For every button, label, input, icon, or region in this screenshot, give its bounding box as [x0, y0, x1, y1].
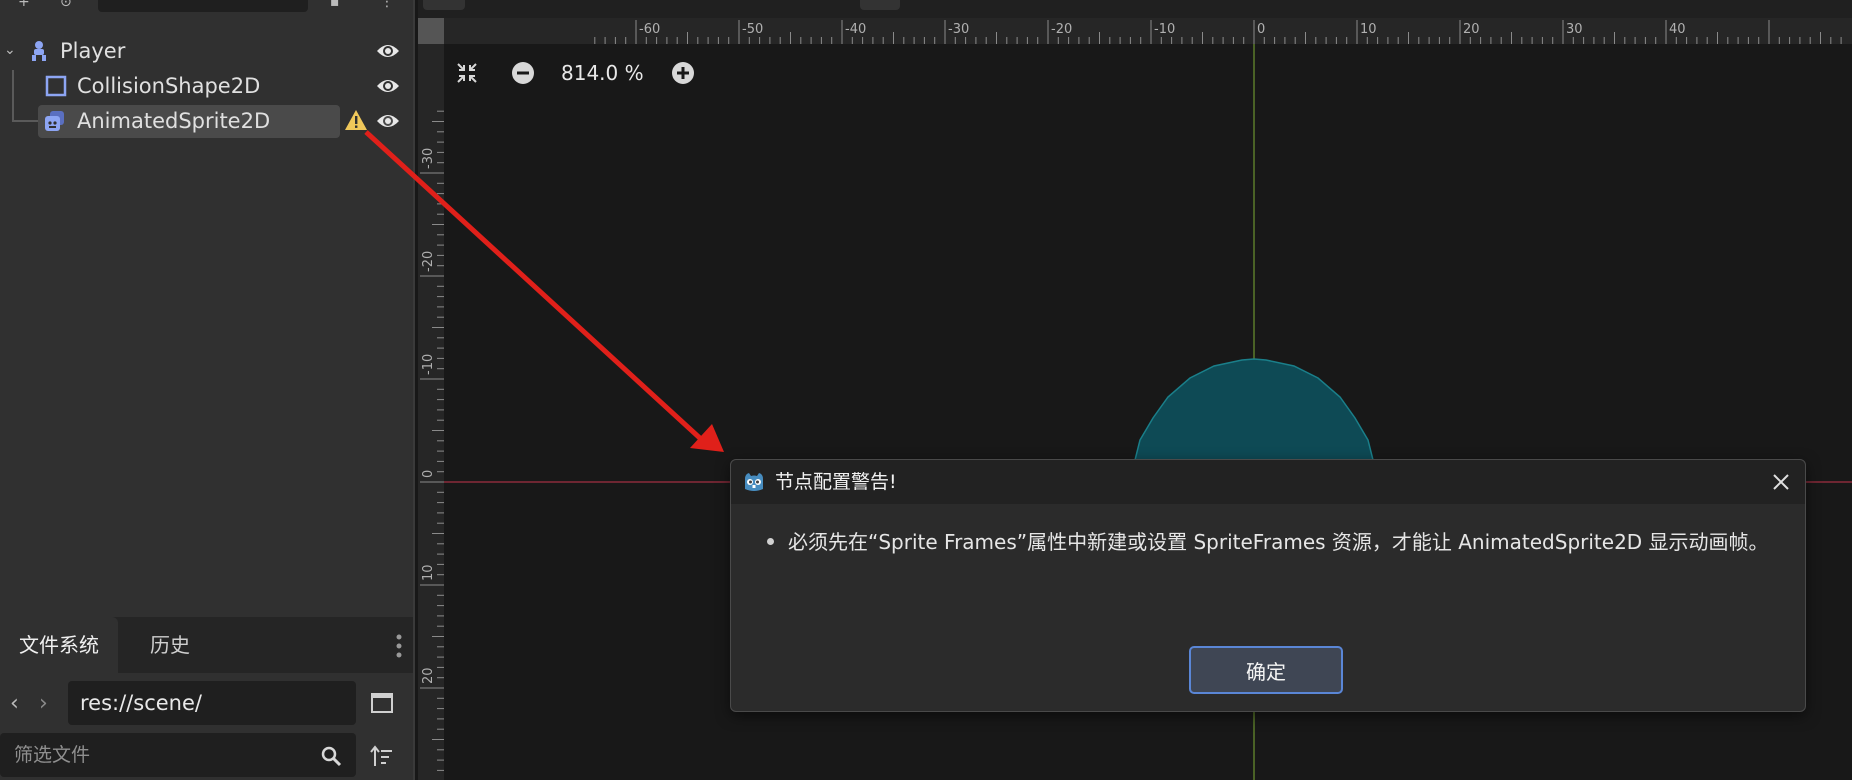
ruler-label: 10 [421, 564, 436, 581]
ruler-label: -40 [845, 22, 866, 37]
ruler-label: 0 [421, 470, 436, 478]
ruler-label: 10 [1360, 22, 1377, 37]
ruler-label: 20 [1463, 22, 1480, 37]
ruler-label: -30 [421, 148, 436, 169]
bullet-icon [767, 538, 774, 545]
pointer-arrow-head [690, 424, 724, 452]
ruler-label: -10 [421, 354, 436, 375]
zoom-out-icon[interactable] [511, 61, 535, 85]
ruler-label: -20 [1051, 22, 1072, 37]
warning-dialog: 节点配置警告! 必须先在“Sprite Frames”属性中新建或设置 Spri… [730, 459, 1806, 712]
ok-button[interactable]: 确定 [1189, 646, 1343, 694]
ruler-v-ticks: -30 -20 -10 0 10 20 [420, 110, 444, 771]
center-view-icon[interactable] [455, 61, 479, 85]
close-icon[interactable] [1771, 472, 1791, 492]
zoom-in-icon[interactable] [671, 61, 695, 85]
ruler-label: -20 [421, 251, 436, 272]
ruler-label: 40 [1669, 22, 1686, 37]
pointer-arrow [364, 130, 704, 442]
ruler-label: 30 [1566, 22, 1583, 37]
warning-text: 必须先在“Sprite Frames”属性中新建或设置 SpriteFrames… [788, 530, 1769, 554]
godot-logo-icon [745, 473, 763, 491]
ruler-label: -60 [639, 22, 660, 37]
ruler-h-ticks: -60 -50 -40 -30 -20 -10 0 10 20 30 40 [594, 20, 1842, 44]
zoom-level[interactable]: 814.0 % [561, 56, 644, 90]
ruler-label: 20 [421, 667, 436, 684]
ruler-label: -10 [1154, 22, 1175, 37]
dialog-titlebar[interactable]: 节点配置警告! [731, 460, 1805, 504]
dialog-message: 必须先在“Sprite Frames”属性中新建或设置 SpriteFrames… [767, 526, 1769, 555]
ruler-label: -30 [948, 22, 969, 37]
ruler-label: 0 [1257, 22, 1265, 37]
ruler-label: -50 [742, 22, 763, 37]
dialog-title: 节点配置警告! [775, 471, 897, 493]
